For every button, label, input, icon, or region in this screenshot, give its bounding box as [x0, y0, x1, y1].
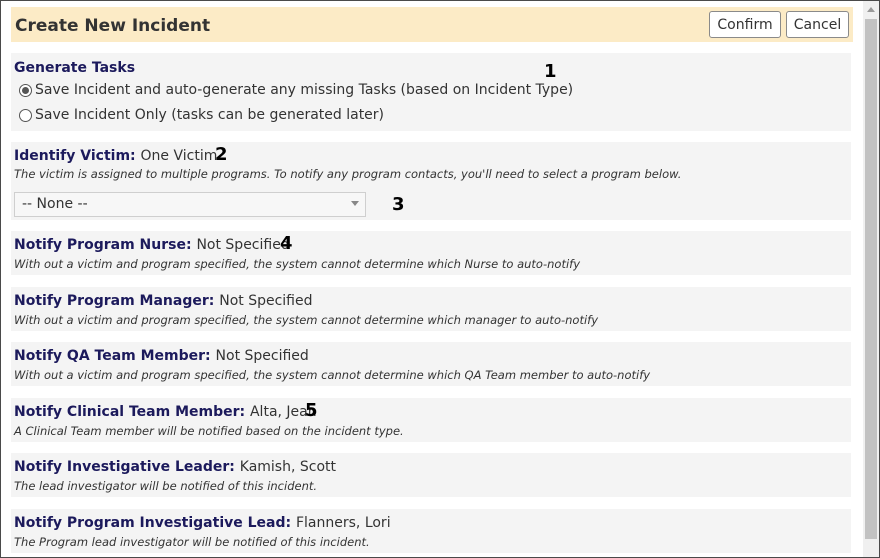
generate-tasks-title: Generate Tasks [14, 60, 136, 76]
notify-program-investigative-desc: The Program lead investigator will be no… [14, 535, 370, 549]
notify-clinical-label: Notify Clinical Team Member: [14, 404, 246, 420]
identify-victim-value: One Victim [140, 148, 218, 164]
notify-program-investigative-panel: Notify Program Investigative Lead: Flann… [11, 509, 851, 553]
notify-qa-value: Not Specified [215, 348, 309, 364]
identify-victim-desc: The victim is assigned to multiple progr… [14, 167, 682, 181]
annotation-number-4: 4 [280, 233, 293, 254]
radio-option-label: Save Incident and auto-generate any miss… [35, 82, 574, 98]
notify-investigative-desc: The lead investigator will be notified o… [14, 479, 318, 493]
radio-selected-icon[interactable] [19, 83, 32, 97]
notify-nurse-label: Notify Program Nurse: [14, 237, 192, 253]
annotation-number-1: 1 [544, 61, 557, 82]
notify-qa-panel: Notify QA Team Member: Not Specified Wit… [11, 342, 851, 386]
notify-investigative-title: Notify Investigative Leader: Kamish, Sco… [14, 459, 336, 475]
dialog-title: Create New Incident [15, 16, 211, 36]
notify-investigative-value: Kamish, Scott [239, 459, 337, 475]
cancel-button[interactable]: Cancel [786, 11, 849, 38]
identify-victim-label: Identify Victim: [14, 148, 136, 164]
radio-unselected-icon[interactable] [19, 108, 32, 122]
notify-clinical-title: Notify Clinical Team Member: Alta, Jean [14, 404, 317, 420]
notify-clinical-desc: A Clinical Team member will be notified … [14, 424, 404, 438]
scrollbar-thumb[interactable] [865, 19, 877, 539]
notify-nurse-desc: With out a victim and program specified,… [14, 257, 581, 271]
annotation-number-3: 3 [392, 194, 405, 215]
identify-victim-panel: Identify Victim: One Victim 2 The victim… [11, 142, 851, 220]
notify-investigative-label: Notify Investigative Leader: [14, 459, 235, 475]
dialog-header: Create New Incident Confirm Cancel [11, 7, 853, 42]
notify-nurse-panel: Notify Program Nurse: Not Specified 4 Wi… [11, 231, 851, 275]
radio-option-label: Save Incident Only (tasks can be generat… [35, 107, 385, 123]
notify-manager-label: Notify Program Manager: [14, 293, 215, 309]
notify-manager-panel: Notify Program Manager: Not Specified Wi… [11, 287, 851, 331]
notify-clinical-panel: Notify Clinical Team Member: Alta, Jean … [11, 398, 851, 442]
notify-nurse-value: Not Specified [196, 237, 290, 253]
notify-manager-value: Not Specified [219, 293, 313, 309]
annotation-number-2: 2 [215, 144, 228, 165]
scroll-up-arrow-icon[interactable] [867, 7, 875, 12]
radio-option-auto-generate[interactable]: Save Incident and auto-generate any miss… [19, 82, 573, 98]
dialog: Create New Incident Confirm Cancel Gener… [0, 0, 880, 558]
annotation-number-5: 5 [305, 400, 318, 421]
confirm-button[interactable]: Confirm [709, 11, 781, 38]
vertical-scrollbar[interactable] [863, 1, 879, 557]
notify-program-investigative-value: Flanners, Lori [295, 515, 391, 531]
notify-program-investigative-title: Notify Program Investigative Lead: Flann… [14, 515, 391, 531]
program-select[interactable]: -- None -- [14, 192, 366, 217]
notify-qa-label: Notify QA Team Member: [14, 348, 211, 364]
program-select-value: -- None -- [22, 196, 88, 212]
generate-tasks-panel: Generate Tasks 1 Save Incident and auto-… [11, 53, 851, 131]
notify-manager-title: Notify Program Manager: Not Specified [14, 293, 313, 309]
notify-nurse-title: Notify Program Nurse: Not Specified [14, 237, 290, 253]
notify-qa-desc: With out a victim and program specified,… [14, 368, 651, 382]
radio-option-save-only[interactable]: Save Incident Only (tasks can be generat… [19, 107, 384, 123]
notify-manager-desc: With out a victim and program specified,… [14, 313, 599, 327]
chevron-down-icon[interactable] [351, 201, 359, 206]
notify-program-investigative-label: Notify Program Investigative Lead: [14, 515, 292, 531]
notify-qa-title: Notify QA Team Member: Not Specified [14, 348, 309, 364]
identify-victim-title: Identify Victim: One Victim [14, 148, 217, 164]
notify-investigative-panel: Notify Investigative Leader: Kamish, Sco… [11, 453, 851, 497]
